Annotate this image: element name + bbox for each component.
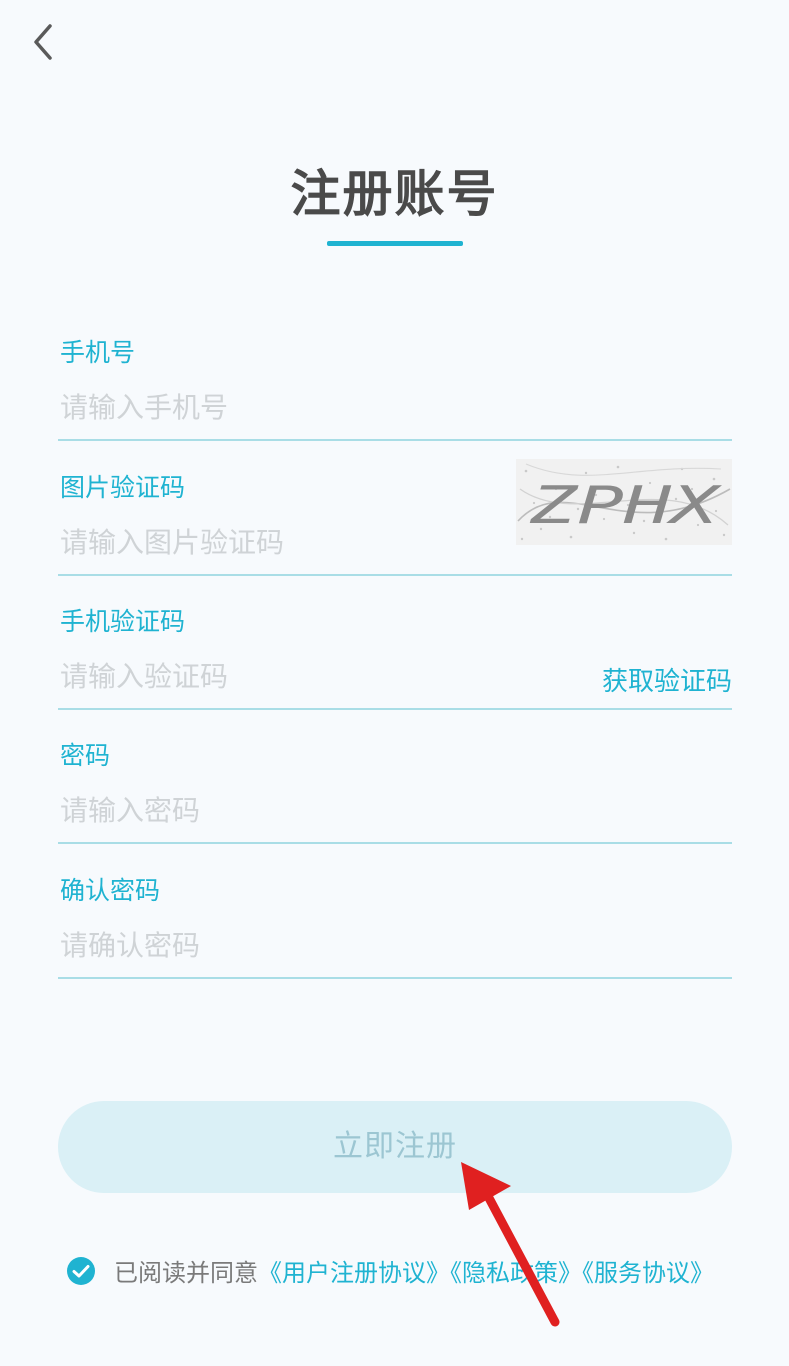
password-input[interactable] (58, 788, 492, 832)
password-field-group: 密码 (58, 710, 732, 844)
agreement-prefix: 已阅读并同意 (114, 1259, 258, 1287)
sms-code-input[interactable] (58, 654, 492, 698)
register-button[interactable]: 立即注册 (58, 1101, 732, 1193)
password-label: 密码 (60, 741, 111, 770)
divider (58, 842, 732, 844)
checkmark-icon (67, 1257, 95, 1285)
phone-input[interactable] (58, 385, 492, 429)
user-agreement-link[interactable]: 《用户注册协议》 (258, 1259, 450, 1287)
divider (58, 439, 732, 441)
get-code-button[interactable]: 获取验证码 (602, 664, 732, 700)
chevron-left-icon (34, 24, 52, 60)
divider (58, 977, 732, 979)
captcha-label: 图片验证码 (60, 473, 186, 502)
page-title: 注册账号 (290, 165, 499, 223)
annotation-arrow-icon (461, 1162, 560, 1327)
captcha-input[interactable] (58, 520, 482, 564)
agreement-row: 已阅读并同意《用户注册协议》《隐私政策》《服务协议》 (66, 1252, 714, 1292)
agree-checkbox[interactable] (66, 1256, 96, 1286)
captcha-field-group: 图片验证码 ZPHX (58, 442, 732, 576)
back-button[interactable] (22, 20, 66, 64)
captcha-image[interactable]: ZPHX (516, 459, 732, 545)
title-underline (327, 241, 463, 246)
phone-field-group: 手机号 (58, 307, 732, 441)
captcha-text: ZPHX (528, 476, 722, 536)
confirm-password-field-group: 确认密码 (58, 845, 732, 979)
sms-code-label: 手机验证码 (60, 607, 186, 636)
confirm-password-label: 确认密码 (60, 876, 161, 905)
service-agreement-link[interactable]: 《服务协议》 (582, 1259, 714, 1287)
sms-code-field-group: 手机验证码 获取验证码 (58, 576, 732, 710)
confirm-password-input[interactable] (58, 923, 492, 967)
phone-label: 手机号 (60, 338, 136, 367)
